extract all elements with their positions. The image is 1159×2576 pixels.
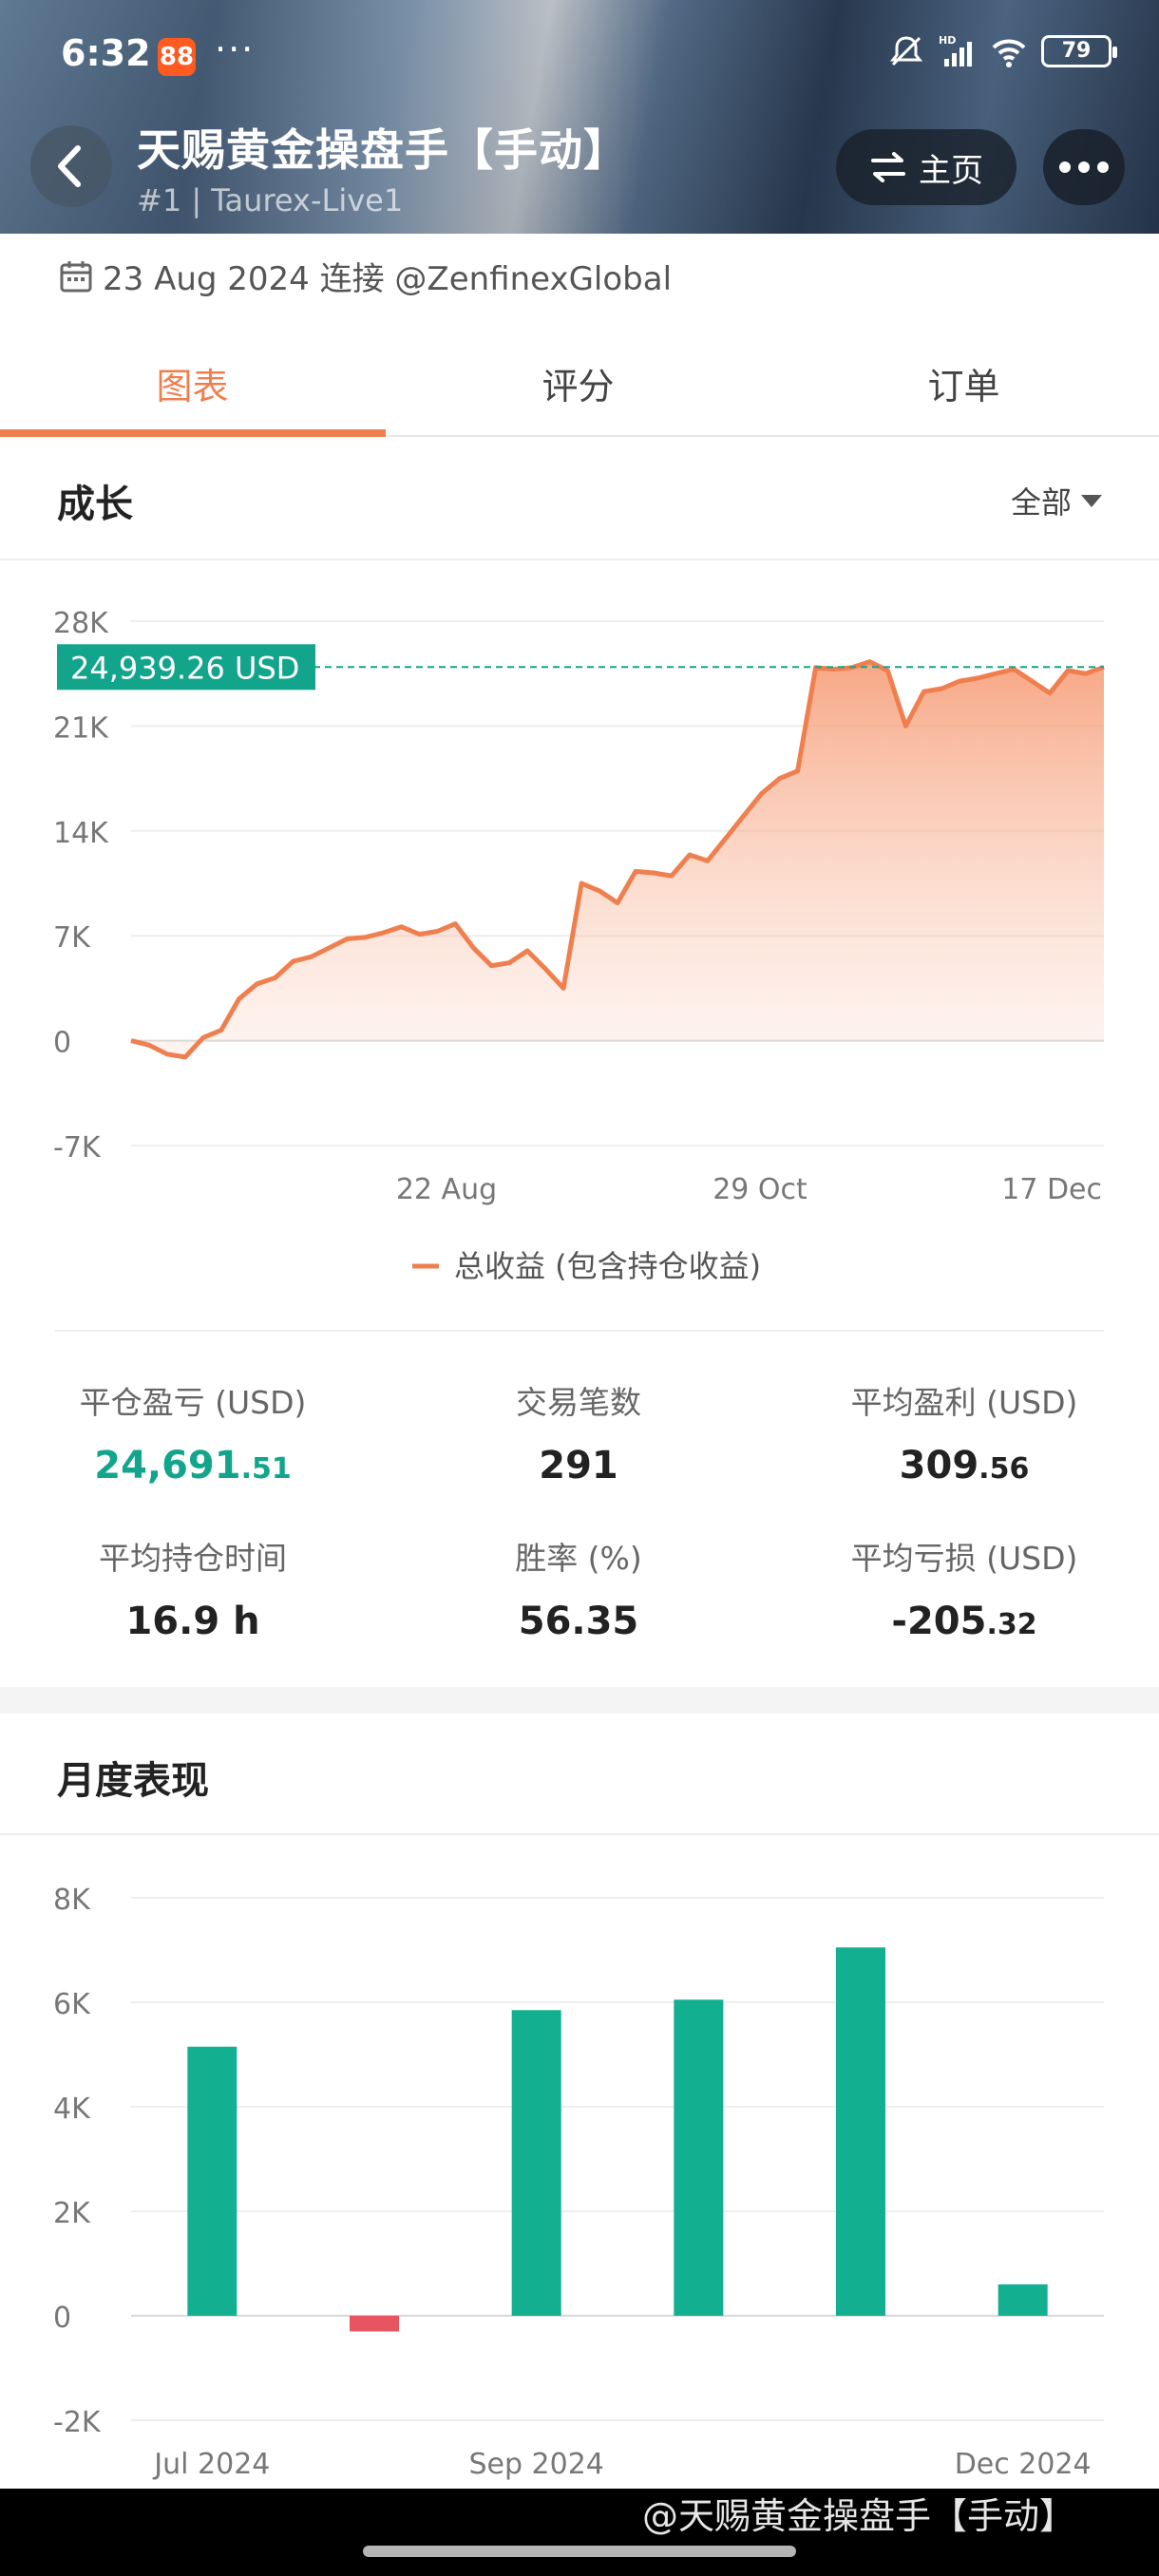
screen: { "status_bar": {"time": "6:32", "app_ba… — [0, 0, 1159, 2576]
connect-text: 23 Aug 2024 连接 @ZenfinexGlobal — [103, 260, 673, 298]
stat-label: 平均盈利 (USD) — [850, 1384, 1078, 1421]
stat-win-rate: 胜率 (%) 56.35 — [386, 1533, 771, 1643]
status-time: 6:32 — [61, 32, 151, 74]
growth-title: 成长 — [57, 483, 133, 526]
stat-value-dec: .56 — [978, 1452, 1030, 1486]
calendar-icon — [60, 260, 92, 292]
monthly-bar[interactable] — [350, 2316, 399, 2332]
monthly-title: 月度表现 — [57, 1759, 209, 1803]
tab-bar: 图表 评分 订单 — [0, 323, 1159, 437]
home-button[interactable]: 主页 — [836, 129, 1016, 205]
stat-avg-loss: 平均亏损 (USD) -205.32 — [771, 1533, 1157, 1643]
divider — [0, 1833, 1159, 1835]
stat-label: 平仓盈亏 (USD) — [79, 1384, 307, 1421]
monthly-bar[interactable] — [998, 2284, 1048, 2316]
range-filter-value: 全部 — [1010, 484, 1072, 521]
stat-trade-count: 交易笔数 291 — [386, 1377, 771, 1487]
monthly-bar[interactable] — [511, 2010, 561, 2316]
stat-value-int: 24,691 — [94, 1444, 241, 1487]
monthly-chart: 8K 6K 4K 2K 0 -2K Jul 2024 Sep 2024 Dec 2024 — [53, 1884, 1104, 2481]
y-tick-label: 0 — [53, 2301, 71, 2335]
more-dot-icon — [1097, 161, 1109, 173]
wifi-icon — [992, 39, 1026, 67]
stat-avg-holding-time: 平均持仓时间 16.9 h — [0, 1533, 386, 1643]
tab-rating[interactable]: 评分 — [386, 357, 770, 409]
y-tick-label: 2K — [53, 2197, 91, 2230]
stat-label: 胜率 (%) — [515, 1540, 642, 1577]
app-header: 6:32 88 ··· HD 79 天赐黄金操盘手【手动】 #1 | Taure… — [0, 0, 1159, 234]
tab-active-indicator — [0, 429, 386, 437]
svg-text:HD: HD — [939, 34, 956, 47]
back-button[interactable] — [30, 125, 112, 207]
current-value-label: 24,939.26 USD — [70, 650, 299, 686]
y-tick-label: -7K — [53, 1131, 102, 1165]
more-options-button[interactable] — [1043, 129, 1125, 205]
stat-value: 291 — [386, 1444, 771, 1487]
y-tick-label: 8K — [53, 1884, 91, 1917]
stat-value-int: 56.35 — [518, 1600, 639, 1643]
y-tick-label: 14K — [53, 817, 109, 850]
account-subtitle: #1 | Taurex-Live1 — [137, 182, 404, 218]
legend-label: 总收益 (包含持仓收益) — [454, 1248, 761, 1284]
x-tick-label: 17 Dec — [1001, 1173, 1102, 1206]
y-tick-label: 6K — [53, 1988, 91, 2021]
stat-value-int: 291 — [539, 1444, 618, 1487]
y-tick-label: 0 — [53, 1027, 71, 1060]
battery-icon: 79 — [1041, 35, 1117, 67]
status-more-dots: ··· — [215, 28, 256, 70]
stat-value-int: -205 — [891, 1600, 987, 1643]
stat-closed-pnl: 平仓盈亏 (USD) 24,691.51 — [0, 1377, 386, 1487]
stat-value-dec: .32 — [986, 1608, 1037, 1641]
more-dot-icon — [1059, 161, 1071, 173]
stat-value: 24,691.51 — [0, 1444, 386, 1487]
app-notification-icon: 88 — [158, 38, 196, 76]
stat-value-int: 309 — [899, 1444, 979, 1487]
stat-value: 16.9 h — [0, 1600, 386, 1643]
mute-bell-icon — [889, 36, 923, 66]
watermark: @天赐黄金操盘手【手动】 — [642, 2495, 1076, 2537]
connect-info: 23 Aug 2024 连接 @ZenfinexGlobal — [59, 253, 672, 299]
more-dot-icon — [1078, 161, 1090, 173]
stat-value: 309.56 — [771, 1444, 1157, 1487]
page-title: 天赐黄金操盘手【手动】 — [137, 124, 628, 176]
stat-value: -205.32 — [771, 1600, 1157, 1643]
x-tick-label: Jul 2024 — [152, 2448, 270, 2481]
x-tick-label: 29 Oct — [712, 1173, 808, 1206]
growth-area — [131, 661, 1104, 1057]
range-filter-dropdown[interactable]: 全部 — [1011, 479, 1102, 522]
stat-value-int: 16.9 h — [125, 1600, 260, 1643]
x-tick-label: Dec 2024 — [955, 2448, 1092, 2481]
growth-chart: 28K 21K 14K 7K 0 -7K 24,939.26 USD 22 Aug 29 O… — [53, 607, 1105, 1284]
y-tick-label: 4K — [53, 2093, 91, 2126]
stat-value-dec: .51 — [240, 1452, 292, 1486]
stat-label: 平均亏损 (USD) — [850, 1540, 1078, 1577]
y-tick-label: 28K — [53, 607, 109, 640]
y-tick-label: 21K — [53, 711, 109, 745]
signal-icon: HD — [939, 34, 972, 66]
monthly-bar[interactable] — [836, 1947, 885, 2316]
y-tick-label: 7K — [53, 921, 91, 955]
stat-label: 平均持仓时间 — [99, 1540, 287, 1577]
stat-avg-profit: 平均盈利 (USD) 309.56 — [771, 1377, 1157, 1487]
status-icons: HD 79 — [887, 32, 1117, 70]
y-tick-label: -2K — [53, 2406, 102, 2439]
section-separator — [0, 1687, 1159, 1714]
stat-value: 56.35 — [386, 1600, 771, 1643]
x-tick-label: 22 Aug — [396, 1173, 497, 1206]
home-indicator[interactable] — [363, 2546, 796, 2557]
divider — [0, 559, 1159, 560]
monthly-bar[interactable] — [187, 2046, 238, 2316]
swap-icon — [871, 152, 905, 182]
x-tick-label: Sep 2024 — [468, 2448, 603, 2481]
chevron-left-icon — [58, 145, 81, 187]
monthly-bar[interactable] — [674, 1999, 724, 2316]
caret-down-icon — [1081, 494, 1102, 507]
tab-orders[interactable]: 订单 — [771, 357, 1156, 409]
stat-label: 交易笔数 — [516, 1384, 641, 1421]
home-button-label: 主页 — [919, 151, 983, 190]
divider — [55, 1330, 1104, 1332]
tab-chart[interactable]: 图表 — [0, 357, 385, 409]
